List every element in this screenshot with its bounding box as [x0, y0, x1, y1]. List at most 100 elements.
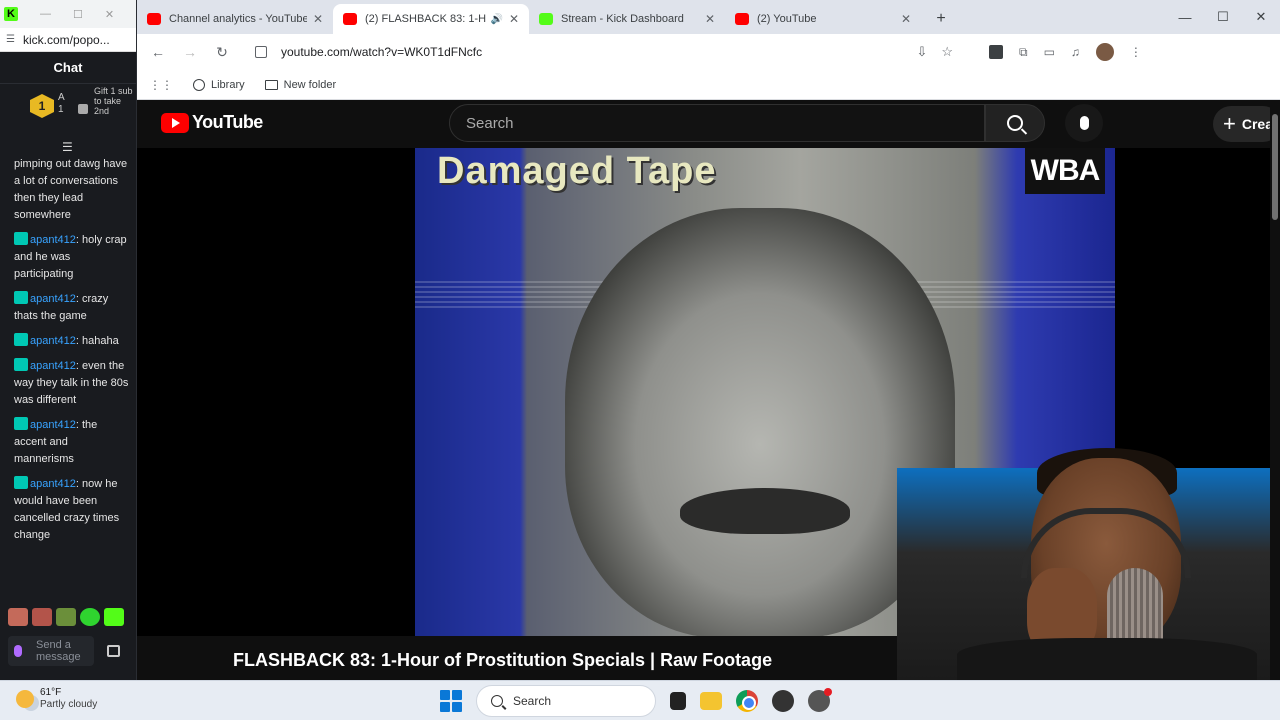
search-input[interactable]: Search — [449, 104, 985, 142]
profile-avatar[interactable] — [1095, 43, 1114, 61]
video-subject-mustache — [680, 488, 850, 534]
tab-kick-dashboard[interactable]: Stream - Kick Dashboard ✕ — [529, 4, 725, 34]
taskbar-search-label: Search — [513, 694, 552, 708]
rank-badge: 1 — [30, 94, 54, 118]
create-label: Crea — [1241, 116, 1273, 132]
taskbar-search[interactable]: Search — [476, 685, 656, 717]
chat-message-text: : hahaha — [75, 335, 119, 347]
pinned-user-count: 1 — [58, 104, 64, 115]
bookmarks-bar: ⋮⋮ Library New folder — [137, 70, 1280, 100]
chat-message-input[interactable]: Send a message — [8, 636, 94, 666]
youtube-logo[interactable]: YouTube — [161, 112, 263, 133]
minimize-icon[interactable]: — — [40, 8, 51, 20]
tab-close-icon[interactable]: ✕ — [705, 12, 715, 26]
back-icon[interactable]: ← — [149, 44, 167, 60]
tab-channel-analytics[interactable]: Channel analytics - YouTube Studio ✕ — [137, 4, 333, 34]
chat-message-list: pimping out dawg have a lot of conversat… — [0, 156, 136, 552]
window-controls: — ☐ ✕ — [1166, 0, 1280, 34]
tab-strip: Channel analytics - YouTube Studio ✕ (2)… — [137, 0, 1280, 34]
chat-message: pimping out dawg have a lot of conversat… — [14, 156, 129, 224]
maximize-icon[interactable]: ☐ — [1204, 0, 1242, 34]
chat-username[interactable]: apant412 — [30, 335, 76, 347]
browser-toolbar: ← → ↻ youtube.com/watch?v=WK0T1dFNcfc ⇩ … — [137, 34, 1280, 70]
tab-close-icon[interactable]: ✕ — [313, 12, 323, 26]
close-icon[interactable]: ✕ — [105, 8, 114, 21]
reload-icon[interactable]: ↻ — [213, 44, 231, 61]
emote-picker-icon[interactable] — [107, 645, 120, 657]
pinned-gifts-banner[interactable]: 1 A 1 Gift 1 sub to take 2nd — [0, 84, 136, 132]
chat-header: Chat — [0, 52, 136, 84]
tab-flashback-video[interactable]: (2) FLASHBACK 83: 1-Hour 🔊 ✕ — [333, 4, 529, 34]
emote-icon[interactable] — [32, 608, 52, 626]
task-view-icon[interactable] — [670, 692, 686, 710]
youtube-wordmark: YouTube — [192, 112, 263, 132]
youtube-favicon-icon — [147, 13, 161, 25]
bookmark-label: New folder — [283, 78, 337, 91]
search-button[interactable] — [985, 104, 1045, 142]
channel-watermark-logo: WBA — [1025, 148, 1105, 194]
install-app-icon[interactable]: ⇩ — [916, 44, 927, 60]
chat-username[interactable]: apant412 — [30, 478, 76, 490]
extensions-puzzle-icon[interactable]: ⧉ — [1019, 45, 1028, 60]
user-badge-icon — [14, 333, 28, 346]
minimize-icon[interactable]: — — [1166, 0, 1204, 34]
chat-username[interactable]: apant412 — [30, 360, 76, 372]
reading-mode-icon[interactable]: ▭ — [1044, 45, 1055, 59]
weather-widget[interactable]: 61°F Partly cloudy — [16, 687, 97, 711]
obs-icon[interactable] — [772, 690, 794, 712]
forward-icon[interactable]: → — [181, 44, 199, 60]
emote-icon[interactable] — [8, 608, 28, 626]
search-icon — [491, 695, 503, 707]
page-scrollbar[interactable] — [1270, 100, 1280, 680]
maximize-icon[interactable]: ☐ — [73, 8, 83, 21]
emote-icon[interactable] — [56, 608, 76, 626]
recording-app-icon[interactable] — [808, 688, 832, 712]
windows-taskbar: 61°F Partly cloudy Search — [0, 680, 1280, 720]
chat-message: apant412: holy crap and he was participa… — [14, 232, 129, 283]
pinned-user: A 1 — [58, 92, 65, 116]
tab-title: Stream - Kick Dashboard — [561, 13, 684, 25]
streamer-webcam-overlay — [897, 448, 1280, 680]
chat-username[interactable]: apant412 — [30, 419, 76, 431]
address-bar-url: youtube.com/watch?v=WK0T1dFNcfc — [281, 45, 483, 59]
apps-grid-icon[interactable]: ⋮⋮ — [149, 78, 173, 92]
gift-sub-text[interactable]: Gift 1 sub to take 2nd — [94, 86, 134, 116]
file-explorer-icon[interactable] — [700, 692, 722, 710]
chat-filter-icon[interactable]: ☰ — [62, 140, 73, 154]
weather-condition: Partly cloudy — [40, 699, 98, 710]
tab-youtube-home[interactable]: (2) YouTube ✕ — [725, 4, 921, 34]
bookmark-library[interactable]: Library — [193, 78, 245, 91]
tab-close-icon[interactable]: ✕ — [901, 12, 911, 26]
mic-icon[interactable] — [14, 645, 22, 657]
emote-icon[interactable] — [104, 608, 124, 626]
windows-start-icon[interactable] — [440, 690, 462, 712]
bookmark-star-icon[interactable]: ☆ — [941, 44, 953, 60]
chat-username[interactable]: apant412 — [30, 234, 76, 246]
media-controls-icon[interactable]: ♫ — [1071, 45, 1080, 59]
menu-kebab-icon[interactable]: ⋮ — [1130, 45, 1142, 59]
site-settings-icon[interactable]: ☰ — [6, 34, 15, 45]
globe-icon — [193, 78, 205, 91]
search-placeholder: Search — [466, 114, 514, 132]
kick-url-bar[interactable]: ☰ kick.com/popo... — [0, 28, 136, 52]
kick-chat-window: K — ☐ ✕ ☰ kick.com/popo... Chat 1 A 1 Gi… — [0, 0, 137, 680]
scrollbar-thumb[interactable] — [1272, 114, 1278, 220]
address-bar[interactable]: youtube.com/watch?v=WK0T1dFNcfc ⇩ ☆ — [245, 38, 965, 66]
tab-title: (2) YouTube — [757, 13, 817, 25]
speaker-icon[interactable]: 🔊 — [490, 14, 502, 25]
tab-close-icon[interactable]: ✕ — [509, 12, 519, 26]
chrome-icon[interactable] — [736, 690, 758, 712]
youtube-masthead: YouTube Search + Crea — [137, 100, 1280, 148]
search-icon — [1007, 115, 1023, 131]
chat-username[interactable]: apant412 — [30, 293, 76, 305]
voice-search-button[interactable] — [1065, 104, 1103, 142]
microphone-icon — [1079, 116, 1089, 130]
close-icon[interactable]: ✕ — [1242, 0, 1280, 34]
gift-icon — [78, 104, 88, 114]
site-info-icon[interactable] — [255, 46, 267, 58]
plus-icon: + — [1223, 111, 1236, 136]
new-tab-button[interactable]: + — [929, 7, 953, 31]
bookmark-new-folder[interactable]: New folder — [264, 78, 337, 91]
emote-icon[interactable] — [80, 608, 100, 626]
extension-icon[interactable] — [989, 45, 1003, 59]
